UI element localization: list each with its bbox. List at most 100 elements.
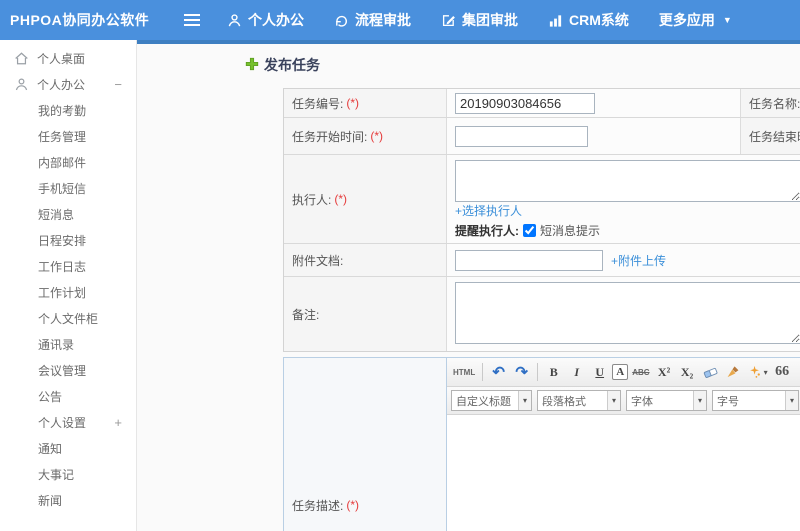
end-time-label: 任务结束时间:(*) — [741, 118, 800, 154]
nav-label: 个人办公 — [248, 12, 304, 28]
editor-content-area[interactable] — [447, 415, 800, 531]
redo-button[interactable]: ↷ — [511, 361, 532, 383]
sidebar-item-label: 内部邮件 — [38, 155, 87, 170]
sidebar-item-announcement[interactable]: 公告 — [0, 383, 136, 409]
task-no-input[interactable] — [455, 92, 595, 114]
required-marker: (*) — [334, 192, 348, 206]
collapse-icon[interactable]: − — [114, 77, 122, 92]
sidebar-item-label: 公告 — [38, 389, 63, 404]
task-description-label: 任务描述: (*) — [284, 358, 447, 531]
sidebar-item-personal-settings[interactable]: 个人设置 + — [0, 409, 136, 435]
select-label: 自定义标题 — [456, 395, 511, 408]
nav-item-workflow-approval[interactable]: 流程审批 — [334, 10, 411, 30]
sidebar-item-notice[interactable]: 通知 — [0, 435, 136, 461]
chevron-down-icon[interactable]: ▾ — [785, 391, 798, 410]
format-brush-button[interactable] — [723, 361, 744, 383]
custom-title-select[interactable]: 自定义标题 ▾ — [451, 390, 532, 411]
sidebar-item-label: 我的考勤 — [38, 103, 87, 118]
page-title: 发布任务 — [245, 55, 320, 75]
sidebar-item-label: 个人办公 — [37, 77, 86, 92]
superscript-button[interactable]: X² — [654, 361, 675, 383]
font-size-select[interactable]: 字号 ▾ — [712, 390, 799, 411]
sidebar-item-mobile-sms[interactable]: 手机短信 — [0, 175, 136, 201]
subscript-button[interactable]: X₂ — [677, 361, 698, 383]
sidebar-item-label: 任务管理 — [38, 129, 87, 144]
sidebar-item-label: 短消息 — [38, 207, 75, 222]
sidebar-item-memorabilia[interactable]: 大事记 — [0, 461, 136, 487]
editor-toolbar-row2: 自定义标题 ▾ 段落格式 ▾ 字体 ▾ 字号 ▾ — [447, 387, 800, 415]
sidebar-item-label: 新闻 — [38, 493, 63, 508]
nav-item-group-approval[interactable]: 集团审批 — [441, 10, 518, 30]
toolbar-separator — [482, 363, 484, 381]
hamburger-icon — [184, 14, 200, 26]
executor-textarea[interactable] — [455, 160, 800, 202]
sms-remind-checkbox[interactable] — [523, 224, 536, 237]
chevron-down-icon[interactable]: ▾ — [693, 391, 706, 410]
sidebar-item-personal-file-cabinet[interactable]: 个人文件柜 — [0, 305, 136, 331]
bold-button[interactable]: B — [543, 361, 564, 383]
nav-item-more-apps[interactable]: 更多应用 ▼ — [659, 10, 732, 30]
attachment-upload-link[interactable]: +附件上传 — [611, 252, 666, 269]
sidebar-item-work-log[interactable]: 工作日志 — [0, 253, 136, 279]
sms-remind-option-label: 短消息提示 — [540, 224, 601, 238]
sidebar-item-label: 手机短信 — [38, 181, 87, 196]
strikethrough-button[interactable]: ABC — [630, 361, 651, 383]
sidebar-item-task-management[interactable]: 任务管理 — [0, 123, 136, 149]
attachment-input[interactable] — [455, 249, 603, 271]
auto-typeset-button[interactable]: ▾ — [746, 361, 770, 383]
task-form-table: 任务编号:(*) 任务名称:(*) 任务开始时间:(*) — [283, 88, 800, 352]
sidebar-item-label: 个人设置 — [38, 415, 87, 430]
html-source-button[interactable]: HTML — [451, 361, 477, 383]
select-label: 段落格式 — [542, 395, 586, 408]
task-description-section: 任务描述:(*) HTML↶↷BIUAABCX²X₂▾66TA▾ 自定义标题▾段… — [283, 357, 800, 531]
top-header: PHPOA协同办公软件 个人办公 流程审批 集团审批 CRM系统 更多应用 ▼ — [0, 0, 800, 40]
sidebar-item-label: 个人文件柜 — [38, 311, 99, 326]
undo-button[interactable]: ↶ — [488, 361, 509, 383]
nav-item-personal-office[interactable]: 个人办公 — [227, 10, 304, 30]
start-time-label: 任务开始时间: (*) — [284, 118, 447, 154]
sidebar-item-news[interactable]: 新闻 — [0, 487, 136, 513]
chevron-down-icon: ▼ — [722, 15, 732, 25]
italic-button[interactable]: I — [566, 361, 587, 383]
nav-label: 更多应用 — [658, 12, 715, 28]
sidebar-item-label: 工作日志 — [38, 259, 87, 274]
main-nav: 个人办公 流程审批 集团审批 CRM系统 更多应用 ▼ — [227, 10, 732, 30]
remark-textarea[interactable] — [455, 282, 800, 344]
choose-executor-link[interactable]: +选择执行人 — [455, 202, 522, 219]
eraser-button[interactable] — [700, 361, 721, 383]
paragraph-format-select[interactable]: 段落格式 ▾ — [537, 390, 621, 411]
rich-text-editor: HTML↶↷BIUAABCX²X₂▾66TA▾ 自定义标题▾段落格式▾字体▾字号… — [447, 358, 800, 531]
sidebar-item-short-message[interactable]: 短消息 — [0, 201, 136, 227]
sidebar-item-internal-mail[interactable]: 内部邮件 — [0, 149, 136, 175]
executor-label: 执行人: (*) — [284, 155, 447, 243]
sidebar-item-label: 通知 — [38, 441, 63, 456]
required-marker: (*) — [370, 129, 384, 143]
add-plus-icon — [245, 57, 259, 74]
user-icon — [14, 77, 29, 92]
underline-button[interactable]: U — [589, 361, 610, 383]
sidebar-item-personal-office[interactable]: 个人办公 − — [0, 71, 136, 97]
sidebar-item-personal-desktop[interactable]: 个人桌面 — [0, 45, 136, 71]
toolbar-separator — [537, 363, 539, 381]
font-family-select[interactable]: 字体 ▾ — [626, 390, 707, 411]
remind-executor-label: 提醒执行人: — [455, 224, 519, 238]
chevron-down-icon[interactable]: ▾ — [607, 391, 620, 410]
menu-toggle-button[interactable] — [175, 0, 209, 40]
paste-plain-button[interactable]: T — [795, 361, 800, 383]
sidebar-item-work-plan[interactable]: 工作计划 — [0, 279, 136, 305]
sidebar-item-label: 通讯录 — [38, 337, 75, 352]
sidebar-item-my-attendance[interactable]: 我的考勤 — [0, 97, 136, 123]
blockquote-button[interactable]: 66 — [772, 361, 793, 383]
nav-item-crm-system[interactable]: CRM系统 — [548, 10, 629, 30]
sidebar-item-schedule[interactable]: 日程安排 — [0, 227, 136, 253]
sidebar-item-meeting-management[interactable]: 会议管理 — [0, 357, 136, 383]
expand-icon[interactable]: + — [114, 415, 122, 430]
chevron-down-icon[interactable]: ▾ — [518, 391, 531, 410]
remark-label: 备注: — [284, 277, 447, 351]
home-icon — [14, 51, 29, 66]
font-name-button[interactable]: A — [612, 364, 629, 380]
start-time-input[interactable] — [455, 125, 588, 147]
sidebar-item-contacts[interactable]: 通讯录 — [0, 331, 136, 357]
app-logo: PHPOA协同办公软件 — [10, 12, 150, 28]
user-icon — [227, 13, 242, 28]
